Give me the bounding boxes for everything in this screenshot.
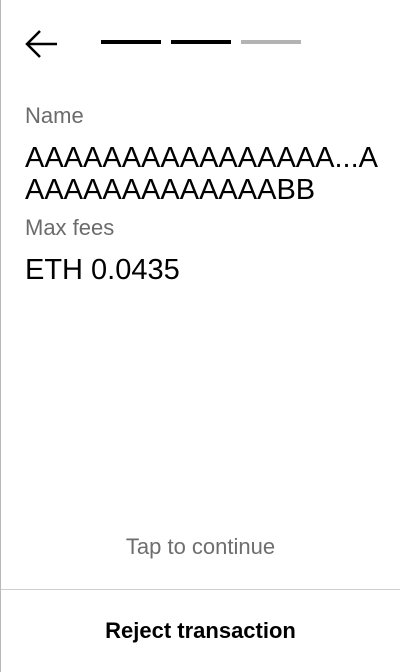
transaction-confirm-screen: Name AAAAAAAAAAAAAAAA...AAAAAAAAAAAAAABB… (0, 0, 400, 672)
name-value: AAAAAAAAAAAAAAAA...AAAAAAAAAAAAAABB (25, 142, 378, 206)
tap-to-continue[interactable]: Tap to continue (1, 534, 400, 560)
max-fees-value: ETH 0.0435 (25, 254, 180, 286)
progress-step-3 (241, 40, 301, 44)
reject-transaction-button[interactable]: Reject transaction (1, 590, 400, 672)
max-fees-label: Max fees (25, 215, 115, 240)
progress-stepper (101, 40, 301, 44)
progress-step-1 (101, 40, 161, 44)
arrow-left-icon (25, 30, 57, 58)
progress-step-2 (171, 40, 231, 44)
name-label: Name (25, 103, 84, 128)
back-button[interactable] (23, 28, 59, 60)
transaction-details: Name AAAAAAAAAAAAAAAA...AAAAAAAAAAAAAABB… (25, 103, 384, 287)
